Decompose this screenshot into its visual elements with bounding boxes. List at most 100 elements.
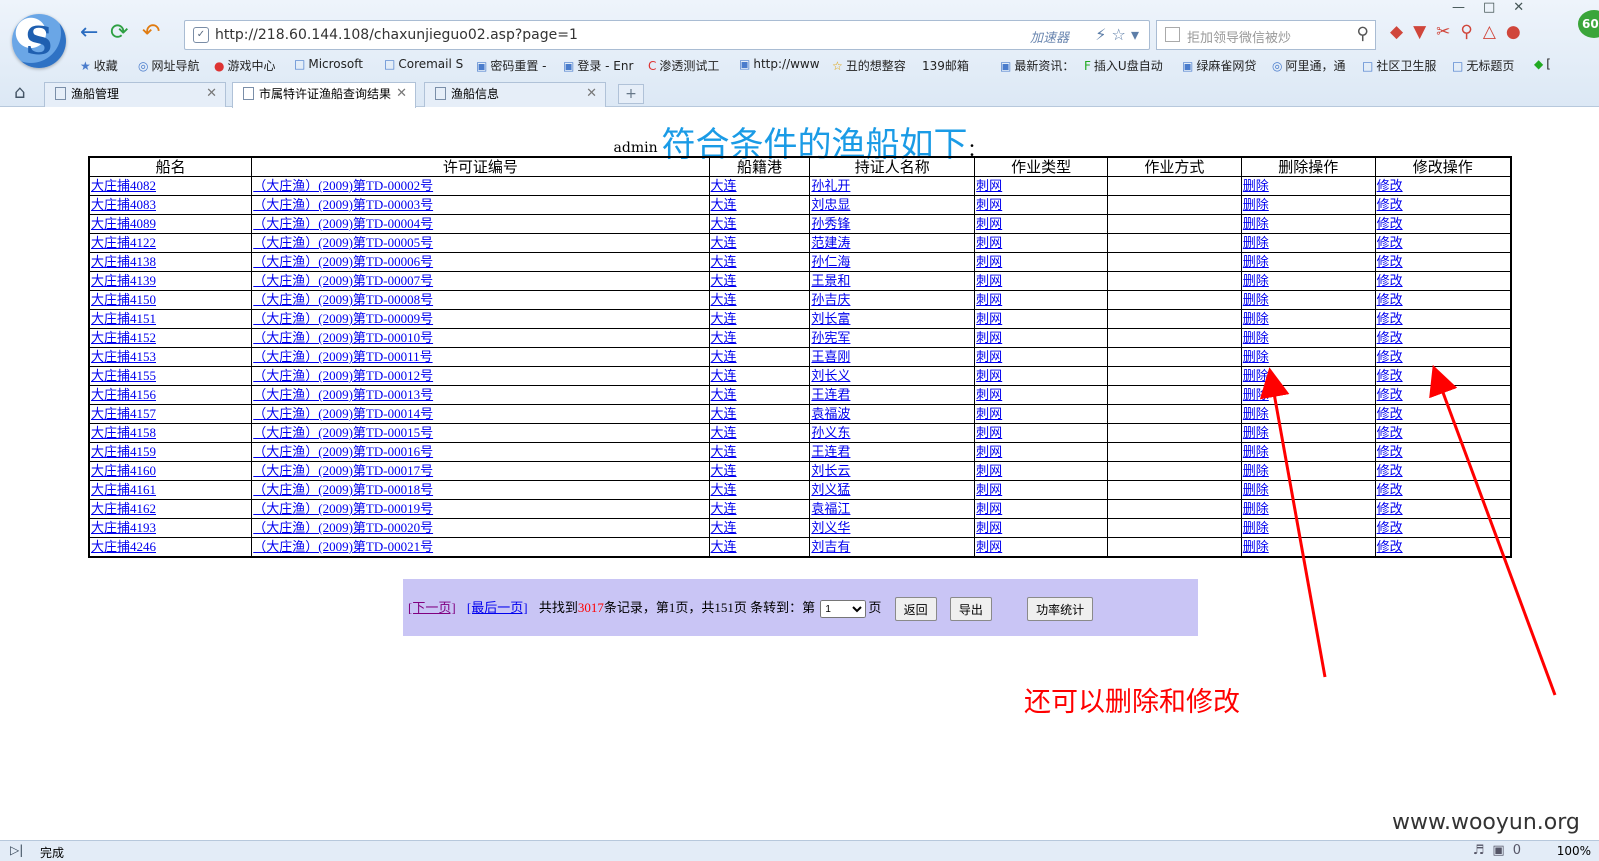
port-link[interactable]: 大连: [711, 406, 737, 421]
delete-link-link[interactable]: 删除: [1243, 254, 1269, 269]
boat-name-link[interactable]: 大庄捕4158: [91, 425, 156, 440]
boat-name-link[interactable]: 大庄捕4138: [91, 254, 156, 269]
delete-link-link[interactable]: 删除: [1243, 197, 1269, 212]
edit-link-link[interactable]: 修改: [1377, 387, 1403, 402]
edit-link-link[interactable]: 修改: [1377, 178, 1403, 193]
work-type-link[interactable]: 刺网: [976, 444, 1002, 459]
port-link[interactable]: 大连: [711, 197, 737, 212]
toolbar-extension-icons[interactable]: ◆▼✂⚲△●: [1390, 22, 1531, 42]
holder-link[interactable]: 孙义东: [811, 425, 850, 440]
license-no-link[interactable]: （大庄渔）(2009)第TD-00006号: [253, 254, 433, 269]
bookmark-item[interactable]: ▣ 最新资讯：: [1000, 57, 1074, 74]
license-no-link[interactable]: （大庄渔）(2009)第TD-00016号: [253, 444, 433, 459]
license-no-link[interactable]: （大庄渔）(2009)第TD-00013号: [253, 387, 433, 402]
delete-link-link[interactable]: 删除: [1243, 501, 1269, 516]
refresh-icon[interactable]: ⟳: [110, 22, 128, 44]
work-type-link[interactable]: 刺网: [976, 406, 1002, 421]
notification-badge[interactable]: 60: [1578, 10, 1599, 38]
search-icon[interactable]: ⚲: [1357, 24, 1369, 44]
edit-link-link[interactable]: 修改: [1377, 425, 1403, 440]
edit-link-link[interactable]: 修改: [1377, 235, 1403, 250]
tab-query-results[interactable]: 市属特许证渔船查询结果 ✕: [232, 82, 416, 108]
undo-icon[interactable]: ↶: [142, 22, 160, 44]
holder-link[interactable]: 孙吉庆: [811, 292, 850, 307]
boat-name-link[interactable]: 大庄捕4153: [91, 349, 156, 364]
back-button[interactable]: 返回: [894, 597, 937, 622]
boat-name-link[interactable]: 大庄捕4082: [91, 178, 156, 193]
boat-name-link[interactable]: 大庄捕4162: [91, 501, 156, 516]
work-type-link[interactable]: 刺网: [976, 235, 1002, 250]
bookmark-item[interactable]: ◎ 阿里通，通: [1272, 57, 1346, 74]
boat-name-link[interactable]: 大庄捕4152: [91, 330, 156, 345]
zoom-level[interactable]: 100%: [1557, 844, 1591, 858]
boat-name-link[interactable]: 大庄捕4150: [91, 292, 156, 307]
holder-link[interactable]: 孙宪军: [811, 330, 850, 345]
port-link[interactable]: 大连: [711, 292, 737, 307]
license-no-link[interactable]: （大庄渔）(2009)第TD-00019号: [253, 501, 433, 516]
tab-boat-info[interactable]: 渔船信息 ✕: [424, 82, 606, 107]
license-no-link[interactable]: （大庄渔）(2009)第TD-00010号: [253, 330, 433, 345]
port-link[interactable]: 大连: [711, 501, 737, 516]
holder-link[interactable]: 王连君: [811, 387, 850, 402]
work-type-link[interactable]: 刺网: [976, 425, 1002, 440]
panel-toggle-icon[interactable]: ▷|: [10, 843, 23, 857]
holder-link[interactable]: 刘长义: [811, 368, 850, 383]
license-no-link[interactable]: （大庄渔）(2009)第TD-00009号: [253, 311, 433, 326]
boat-name-link[interactable]: 大庄捕4122: [91, 235, 156, 250]
bookmark-item[interactable]: C 渗透测试工: [648, 57, 719, 74]
boat-name-link[interactable]: 大庄捕4161: [91, 482, 156, 497]
work-type-link[interactable]: 刺网: [976, 292, 1002, 307]
license-no-link[interactable]: （大庄渔）(2009)第TD-00020号: [253, 520, 433, 535]
bookmark-item[interactable]: □ 社区卫生服: [1362, 57, 1436, 74]
bookmark-item[interactable]: 139邮箱: [922, 57, 969, 74]
boat-name-link[interactable]: 大庄捕4139: [91, 273, 156, 288]
edit-link-link[interactable]: 修改: [1377, 330, 1403, 345]
work-type-link[interactable]: 刺网: [976, 216, 1002, 231]
port-link[interactable]: 大连: [711, 349, 737, 364]
bookmark-item[interactable]: ● 游戏中心: [214, 57, 276, 74]
bookmark-item[interactable]: □ Coremail S: [384, 57, 463, 71]
delete-link-link[interactable]: 删除: [1243, 330, 1269, 345]
work-type-link[interactable]: 刺网: [976, 311, 1002, 326]
delete-link-link[interactable]: 删除: [1243, 520, 1269, 535]
holder-link[interactable]: 刘长富: [811, 311, 850, 326]
bookmark-item[interactable]: ★ 收藏: [80, 57, 118, 74]
holder-link[interactable]: 孙礼开: [811, 178, 850, 193]
edit-link-link[interactable]: 修改: [1377, 406, 1403, 421]
last-page-link[interactable]: [最后一页]: [467, 600, 528, 615]
power-stats-button[interactable]: 功率统计: [1027, 597, 1094, 622]
work-type-link[interactable]: 刺网: [976, 178, 1002, 193]
boat-name-link[interactable]: 大庄捕4089: [91, 216, 156, 231]
back-arrow-icon[interactable]: ←: [80, 22, 98, 44]
delete-link-link[interactable]: 删除: [1243, 368, 1269, 383]
work-type-link[interactable]: 刺网: [976, 273, 1002, 288]
port-link[interactable]: 大连: [711, 463, 737, 478]
delete-link-link[interactable]: 删除: [1243, 273, 1269, 288]
edit-link-link[interactable]: 修改: [1377, 292, 1403, 307]
delete-link-link[interactable]: 删除: [1243, 216, 1269, 231]
holder-link[interactable]: 王连君: [811, 444, 850, 459]
edit-link-link[interactable]: 修改: [1377, 349, 1403, 364]
work-type-link[interactable]: 刺网: [976, 463, 1002, 478]
new-tab-button[interactable]: +: [618, 84, 644, 104]
license-no-link[interactable]: （大庄渔）(2009)第TD-00008号: [253, 292, 433, 307]
work-type-link[interactable]: 刺网: [976, 539, 1002, 554]
holder-link[interactable]: 孙秀锋: [811, 216, 850, 231]
delete-link-link[interactable]: 删除: [1243, 349, 1269, 364]
work-type-link[interactable]: 刺网: [976, 501, 1002, 516]
license-no-link[interactable]: （大庄渔）(2009)第TD-00011号: [253, 349, 432, 364]
delete-link-link[interactable]: 删除: [1243, 482, 1269, 497]
delete-link-link[interactable]: 删除: [1243, 178, 1269, 193]
bookmark-item[interactable]: ◎ 网址导航: [138, 57, 200, 74]
holder-link[interactable]: 刘吉有: [811, 539, 850, 554]
bookmark-item[interactable]: □ Microsoft: [294, 57, 363, 71]
work-type-link[interactable]: 刺网: [976, 520, 1002, 535]
edit-link-link[interactable]: 修改: [1377, 273, 1403, 288]
license-no-link[interactable]: （大庄渔）(2009)第TD-00021号: [253, 539, 433, 554]
edit-link-link[interactable]: 修改: [1377, 539, 1403, 554]
star-icon[interactable]: ⚡ ☆ ▾: [1095, 25, 1139, 44]
license-no-link[interactable]: （大庄渔）(2009)第TD-00017号: [253, 463, 433, 478]
holder-link[interactable]: 王景和: [811, 273, 850, 288]
address-bar[interactable]: ✓ http://218.60.144.108/chaxunjieguo02.a…: [184, 20, 1150, 50]
edit-link-link[interactable]: 修改: [1377, 254, 1403, 269]
